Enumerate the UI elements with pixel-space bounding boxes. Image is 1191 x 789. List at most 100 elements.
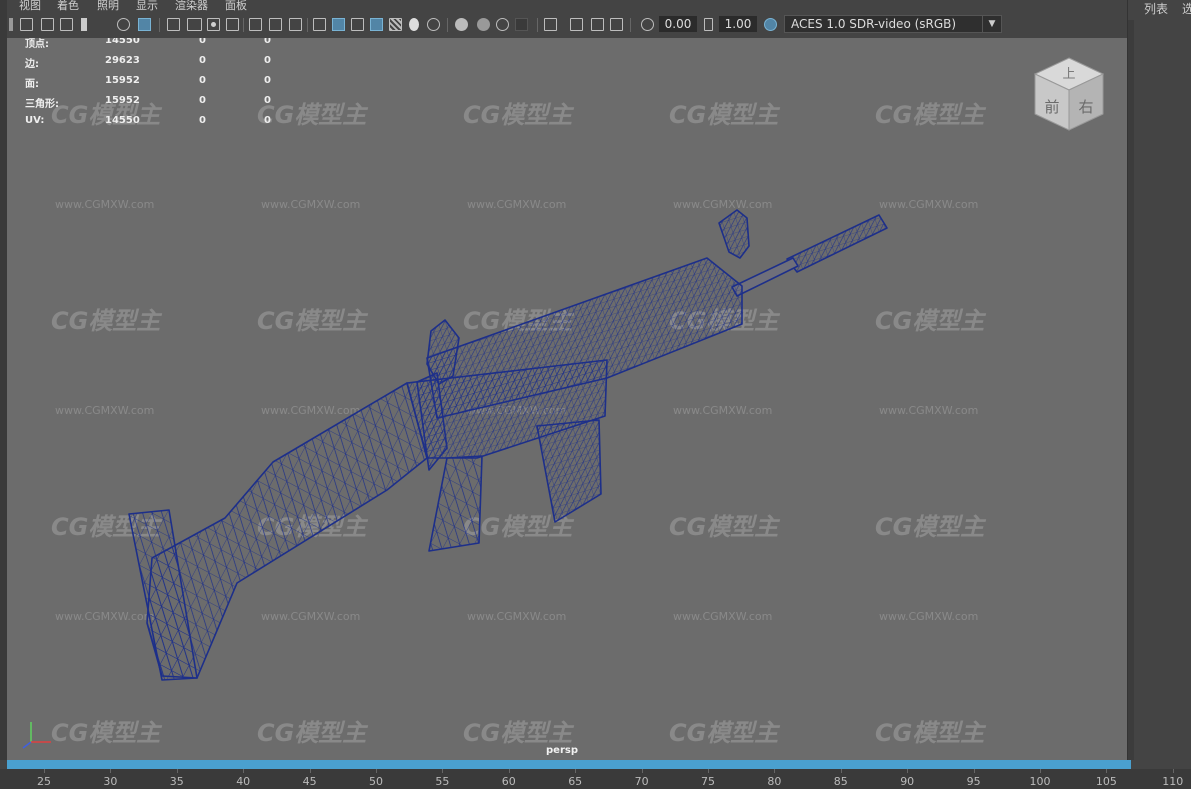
timeline-range-bar[interactable] bbox=[7, 760, 1131, 769]
xray-icon[interactable] bbox=[570, 18, 583, 31]
timeline-tick-label: 95 bbox=[966, 775, 981, 788]
timeline-tick-label: 35 bbox=[169, 775, 184, 788]
timeline-tick-label: 60 bbox=[501, 775, 516, 788]
timeline-tick-label: 80 bbox=[767, 775, 782, 788]
drag-handle-icon[interactable] bbox=[9, 18, 13, 31]
timeline-tick-label: 30 bbox=[103, 775, 118, 788]
timeline-tick-mark bbox=[309, 769, 311, 773]
timeline-tick-label: 25 bbox=[37, 775, 51, 788]
timeline-tick-mark bbox=[243, 769, 245, 773]
menu-view[interactable]: 视图 bbox=[19, 0, 41, 12]
hud-row-edges: 边: 29623 0 0 bbox=[25, 55, 271, 70]
exposure-icon[interactable] bbox=[641, 18, 654, 31]
timeline-tick-label: 70 bbox=[634, 775, 649, 788]
left-edge-strip bbox=[0, 0, 7, 760]
timeline-tick-label: 110 bbox=[1162, 775, 1184, 788]
gate-mask-icon[interactable] bbox=[226, 18, 239, 31]
chevron-down-icon[interactable]: ▼ bbox=[982, 16, 1001, 32]
panel-toolbar: 0.00 1.00 ACES 1.0 SDR-video (sRGB) ▼ bbox=[7, 12, 1127, 39]
3d-viewport[interactable]: CG模型主 CG模型主 CG模型主 CG模型主 CG模型主 CG模型主 CG模型主 CG模型主… bbox=[7, 38, 1127, 760]
timeline-tick-label: 75 bbox=[701, 775, 715, 788]
colorspace-icon[interactable] bbox=[764, 18, 777, 31]
depth-of-field-icon[interactable] bbox=[515, 18, 528, 31]
menu-panels[interactable]: 面板 bbox=[225, 0, 247, 12]
viewcube-front-label: 前 bbox=[1044, 98, 1059, 116]
menu-renderer[interactable]: 渲染器 bbox=[175, 0, 208, 12]
grease-pencil-icon[interactable] bbox=[138, 18, 151, 31]
colorspace-value: ACES 1.0 SDR-video (sRGB) bbox=[791, 17, 957, 31]
timeline-tick-label: 40 bbox=[236, 775, 251, 788]
camera-icon[interactable] bbox=[20, 18, 33, 31]
safe-action-icon[interactable] bbox=[269, 18, 282, 31]
hud-row-vertices: 顶点: 14550 0 0 bbox=[25, 38, 271, 50]
timeline-tick-mark bbox=[376, 769, 377, 773]
time-slider-ruler[interactable]: 25 30 35 40 45 50 55 60 65 70 75 80 85 90 95 100 105 110 bbox=[0, 769, 1191, 789]
timeline-tick-mark bbox=[176, 769, 178, 773]
shadow-icon[interactable] bbox=[427, 18, 440, 31]
timeline-tick-label: 65 bbox=[568, 775, 583, 788]
timeline-tick-label: 50 bbox=[369, 775, 383, 788]
timeline-tick-mark bbox=[1040, 769, 1041, 773]
isolate-select-icon[interactable] bbox=[544, 18, 557, 31]
xray-active-icon[interactable] bbox=[610, 18, 623, 31]
pan-zoom-icon[interactable] bbox=[117, 18, 130, 31]
wireframe-on-shaded-icon[interactable] bbox=[370, 18, 383, 31]
timeline-tick-mark bbox=[442, 769, 444, 773]
right-panel: 列表选 bbox=[1127, 0, 1191, 760]
bookmark-icon[interactable] bbox=[60, 18, 73, 31]
wireframe-cube-icon[interactable] bbox=[313, 18, 326, 31]
textured-icon[interactable] bbox=[389, 18, 402, 31]
xray-joints-icon[interactable] bbox=[591, 18, 604, 31]
light-icon[interactable] bbox=[409, 18, 419, 31]
colorspace-select[interactable]: ACES 1.0 SDR-video (sRGB) ▼ bbox=[784, 15, 1002, 33]
menu-lighting[interactable]: 照明 bbox=[97, 0, 119, 12]
timeline-tick-mark bbox=[641, 769, 643, 773]
anti-alias-icon[interactable] bbox=[496, 18, 509, 31]
gamma-icon[interactable] bbox=[704, 18, 713, 31]
menu-shading[interactable]: 着色 bbox=[57, 0, 79, 12]
timeline-tick-mark bbox=[708, 769, 709, 773]
timeline-tick-label: 85 bbox=[833, 775, 848, 788]
timeline-tick-label: 90 bbox=[900, 775, 915, 788]
film-gate-icon[interactable] bbox=[187, 18, 202, 31]
camera-attributes-icon[interactable] bbox=[41, 18, 54, 31]
tab-list[interactable]: 列表 bbox=[1144, 2, 1168, 16]
motion-blur-icon[interactable] bbox=[477, 18, 490, 31]
timeline-tick-label: 105 bbox=[1095, 775, 1117, 788]
timeline-tick-label: 45 bbox=[302, 775, 317, 788]
view-cube[interactable]: 上 前 右 bbox=[1031, 54, 1107, 134]
exposure-field[interactable]: 0.00 bbox=[659, 16, 697, 32]
axis-gizmo-icon bbox=[22, 722, 51, 749]
safe-title-icon[interactable] bbox=[289, 18, 302, 31]
timeline-tick-label: 100 bbox=[1029, 775, 1051, 788]
hud-row-faces: 面: 15952 0 0 bbox=[25, 75, 271, 90]
gamma-field[interactable]: 1.00 bbox=[719, 16, 757, 32]
field-chart-icon[interactable] bbox=[249, 18, 262, 31]
grid-icon[interactable] bbox=[167, 18, 180, 31]
default-material-icon[interactable] bbox=[351, 18, 364, 31]
panel-menubar: 视图 着色 照明 显示 渲染器 面板 bbox=[7, 0, 1127, 12]
timeline-tick-mark bbox=[110, 769, 112, 773]
timeline-tick-mark bbox=[840, 769, 842, 773]
timeline-tick-mark bbox=[774, 769, 776, 773]
rifle-wireframe-model[interactable] bbox=[7, 38, 1127, 760]
resolution-gate-icon[interactable] bbox=[207, 18, 220, 31]
timeline-tick-mark bbox=[973, 769, 975, 773]
hud-row-triangles: 三角形: 15952 0 0 bbox=[25, 95, 271, 110]
camera-label: persp bbox=[546, 745, 578, 756]
viewcube-top-label: 上 bbox=[1062, 67, 1075, 82]
right-panel-scrollbar[interactable] bbox=[1128, 20, 1134, 760]
timeline-tick-mark bbox=[1106, 769, 1108, 773]
timeline-tick-mark bbox=[1172, 769, 1174, 773]
timeline-tick-mark bbox=[44, 769, 45, 773]
poly-count-hud: 顶点: 14550 0 0 边: 29623 0 0 面: 15952 0 0 三角形: 15952… bbox=[25, 38, 295, 135]
menu-show[interactable]: 显示 bbox=[136, 0, 158, 12]
flag-icon[interactable] bbox=[81, 18, 87, 31]
timeline-tick-label: 55 bbox=[435, 775, 450, 788]
hud-row-uvs: UV: 14550 0 0 bbox=[25, 115, 271, 126]
timeline-tick-mark bbox=[508, 769, 510, 773]
screen-space-ao-icon[interactable] bbox=[455, 18, 468, 31]
tab-select[interactable]: 选 bbox=[1182, 2, 1191, 16]
timeline-tick-mark bbox=[907, 769, 909, 773]
smooth-shaded-icon[interactable] bbox=[332, 18, 345, 31]
